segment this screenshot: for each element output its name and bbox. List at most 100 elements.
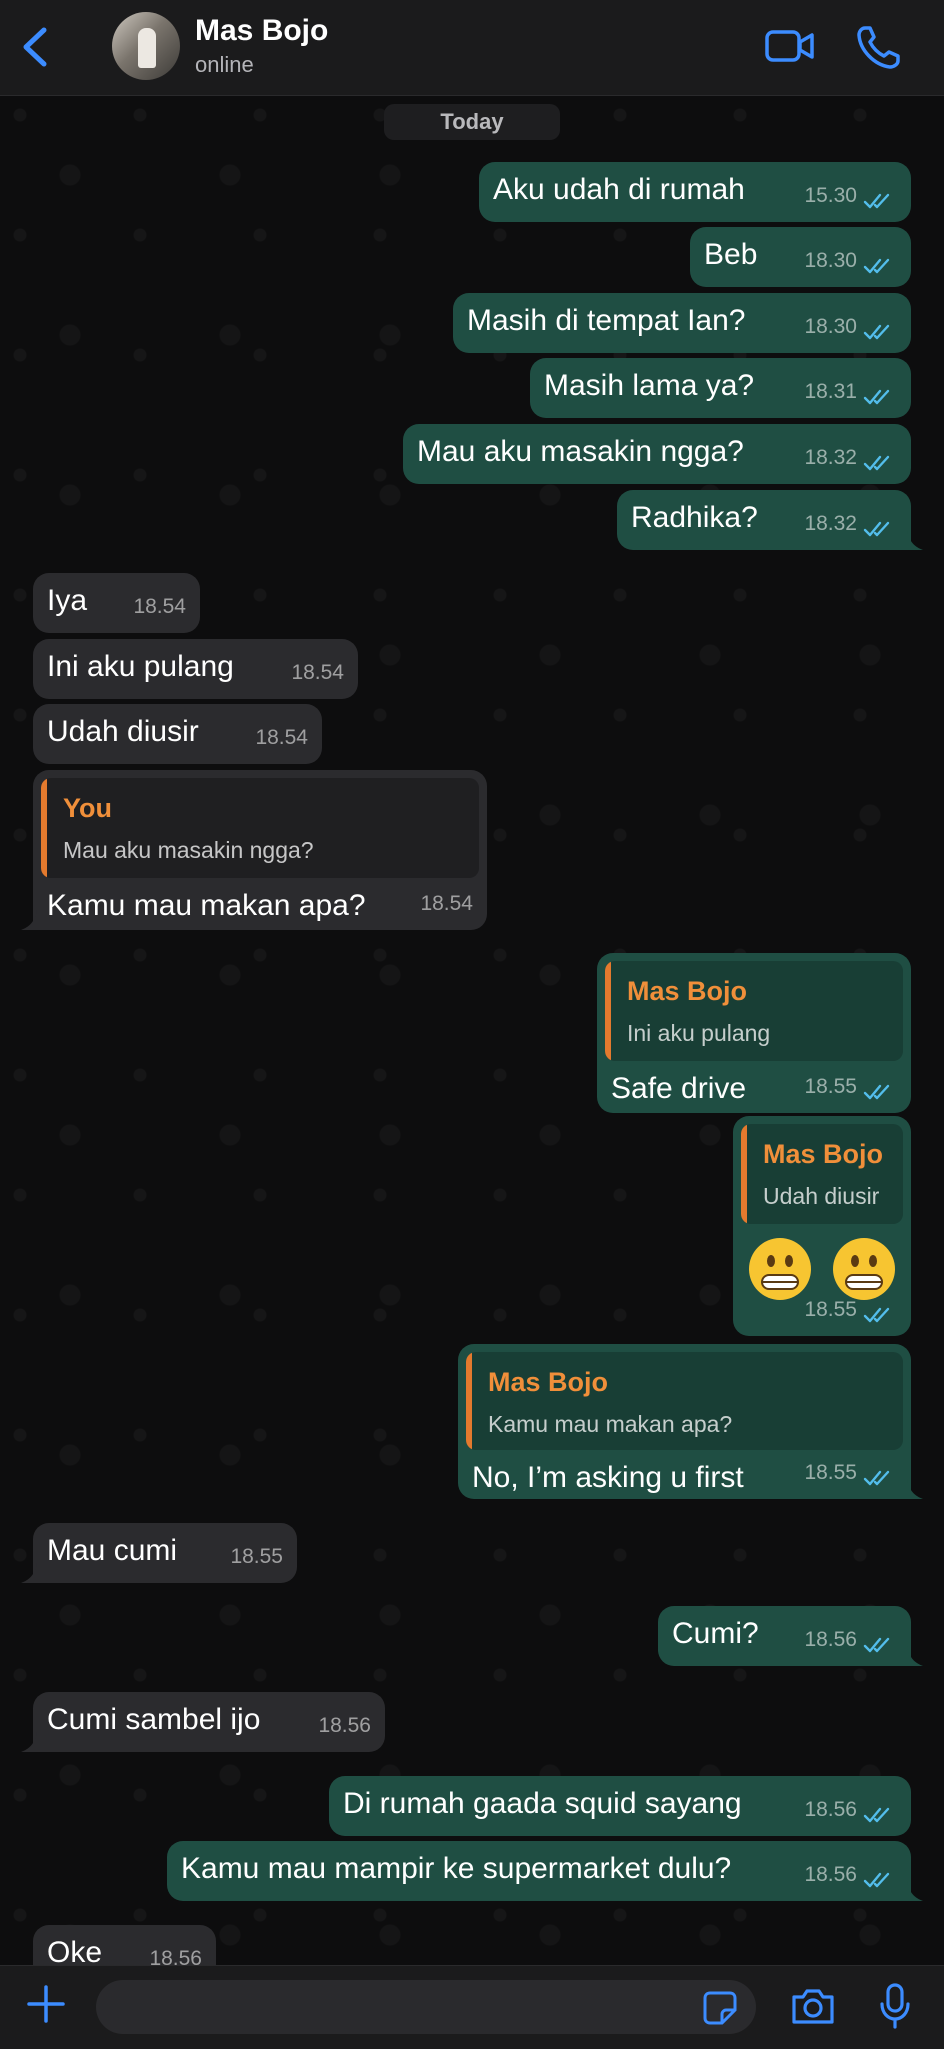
incoming-message[interactable]: Mau cumi 18.55 bbox=[21, 1523, 297, 1583]
double-check-icon bbox=[863, 1470, 890, 1486]
message-text: No, I’m asking u first bbox=[472, 1461, 744, 1494]
outgoing-message[interactable]: Masih di tempat Ian? 18.30 bbox=[453, 293, 911, 353]
double-check-icon bbox=[863, 1872, 890, 1888]
message-time: 18.54 bbox=[133, 595, 186, 618]
outgoing-message[interactable]: Beb 18.30 bbox=[690, 227, 911, 287]
quote-author: You bbox=[63, 793, 112, 823]
message-text: Aku udah di rumah bbox=[493, 173, 745, 206]
message-text: Udah diusir bbox=[47, 715, 199, 748]
bubble-tail bbox=[907, 530, 923, 550]
quote-author: Mas Bojo bbox=[488, 1367, 609, 1397]
quoted-message[interactable]: Mas Bojo Udah diusir bbox=[741, 1124, 903, 1224]
message-text: Kamu mau makan apa? bbox=[47, 889, 366, 922]
double-check-icon bbox=[863, 258, 890, 274]
quote-bar bbox=[466, 1352, 472, 1450]
phone-icon[interactable] bbox=[856, 24, 902, 70]
outgoing-message[interactable]: Masih lama ya? 18.31 bbox=[530, 358, 911, 418]
double-check-icon bbox=[863, 1307, 890, 1323]
message-text: Beb bbox=[704, 238, 758, 271]
video-call-icon[interactable] bbox=[764, 26, 816, 66]
message-time: 18.30 bbox=[804, 249, 857, 272]
quote-author: Mas Bojo bbox=[763, 1139, 884, 1169]
message-text: Masih lama ya? bbox=[544, 369, 755, 402]
microphone-icon[interactable] bbox=[878, 1982, 912, 2030]
outgoing-message[interactable]: Kamu mau mampir ke supermarket dulu? 18.5… bbox=[167, 1841, 923, 1901]
message-text: Masih di tempat Ian? bbox=[467, 304, 746, 337]
contact-status: online bbox=[195, 52, 254, 77]
composer-bar bbox=[0, 1965, 944, 2049]
incoming-message[interactable]: You Mau aku masakin ngga? Kamu mau makan a… bbox=[21, 770, 487, 930]
bubble-tail bbox=[21, 910, 37, 930]
back-chevron-icon[interactable] bbox=[18, 24, 58, 70]
quote-text: Udah diusir bbox=[763, 1183, 880, 1209]
bubble-tail bbox=[21, 1563, 37, 1583]
contact-name[interactable]: Mas Bojo bbox=[195, 14, 328, 48]
incoming-message[interactable]: Iya 18.54 bbox=[33, 573, 200, 633]
message-time: 18.55 bbox=[230, 1545, 283, 1568]
quoted-message[interactable]: You Mau aku masakin ngga? bbox=[41, 778, 479, 878]
quote-text: Kamu mau makan apa? bbox=[488, 1411, 733, 1437]
avatar[interactable] bbox=[112, 12, 180, 80]
outgoing-message[interactable]: Mas BojoUdah diusir😬 😬18.55 bbox=[733, 1116, 911, 1336]
message-time: 18.54 bbox=[420, 892, 473, 915]
incoming-message[interactable]: Ini aku pulang 18.54 bbox=[33, 639, 358, 699]
outgoing-message[interactable]: Cumi? 18.56 bbox=[658, 1606, 923, 1666]
grimacing-emoji bbox=[749, 1238, 811, 1300]
message-text: Iya bbox=[47, 584, 88, 617]
bubble-tail bbox=[907, 1646, 923, 1666]
quoted-message[interactable]: Mas Bojo Ini aku pulang bbox=[605, 961, 903, 1061]
outgoing-message[interactable]: Mas Bojo Ini aku pulang Safe drive 18.55 bbox=[597, 953, 911, 1113]
message-text: Safe drive bbox=[611, 1072, 747, 1105]
message-text: Mau cumi bbox=[47, 1534, 178, 1567]
bubble-tail bbox=[907, 1479, 923, 1499]
grimacing-emoji bbox=[833, 1238, 895, 1300]
double-check-icon bbox=[863, 521, 890, 537]
message-time: 18.55 bbox=[804, 1075, 857, 1098]
message-time: 18.30 bbox=[804, 315, 857, 338]
double-check-icon bbox=[863, 324, 890, 340]
message-time: 18.55 bbox=[804, 1461, 857, 1484]
message-time: 18.54 bbox=[291, 661, 344, 684]
quoted-message[interactable]: Mas Bojo Kamu mau makan apa? bbox=[466, 1352, 903, 1450]
message-text: Mau aku masakin ngga? bbox=[417, 435, 744, 468]
double-check-icon bbox=[863, 193, 890, 209]
quote-bar bbox=[605, 961, 611, 1061]
message-time: 18.32 bbox=[804, 446, 857, 469]
message-time: 18.31 bbox=[804, 380, 857, 403]
quote-text: Mau aku masakin ngga? bbox=[63, 837, 314, 863]
message-time: 15.30 bbox=[804, 184, 857, 207]
bubble-tail bbox=[21, 1732, 37, 1752]
message-text: Radhika? bbox=[631, 501, 758, 534]
message-text: Cumi sambel ijo bbox=[47, 1703, 261, 1736]
outgoing-message[interactable]: Di rumah gaada squid sayang 18.56 bbox=[329, 1776, 911, 1836]
outgoing-message[interactable]: Radhika? 18.32 bbox=[617, 490, 923, 550]
message-time: 18.56 bbox=[804, 1628, 857, 1651]
bubble-tail bbox=[907, 1881, 923, 1901]
incoming-message[interactable]: Cumi sambel ijo 18.56 bbox=[21, 1692, 385, 1752]
outgoing-message[interactable]: Mau aku masakin ngga? 18.32 bbox=[403, 424, 911, 484]
chat-header: Mas Bojo online bbox=[0, 0, 944, 96]
message-text: Di rumah gaada squid sayang bbox=[343, 1787, 742, 1820]
outgoing-message[interactable]: Aku udah di rumah 15.30 bbox=[479, 162, 911, 222]
double-check-icon bbox=[863, 1807, 890, 1823]
message-text: Kamu mau mampir ke supermarket dulu? bbox=[181, 1852, 732, 1885]
quote-author: Mas Bojo bbox=[627, 976, 748, 1006]
sticker-icon[interactable] bbox=[702, 1990, 738, 2026]
message-input[interactable] bbox=[96, 1980, 756, 2034]
quote-bar bbox=[41, 778, 47, 878]
incoming-message[interactable]: Udah diusir 18.54 bbox=[33, 704, 322, 764]
message-time: 18.56 bbox=[804, 1863, 857, 1886]
double-check-icon bbox=[863, 455, 890, 471]
quote-text: Ini aku pulang bbox=[627, 1020, 771, 1046]
camera-icon[interactable] bbox=[790, 1986, 836, 2026]
message-time: 18.54 bbox=[255, 726, 308, 749]
date-divider: Today bbox=[384, 104, 560, 140]
message-time: 18.56 bbox=[318, 1714, 371, 1737]
message-time: 18.32 bbox=[804, 512, 857, 535]
double-check-icon bbox=[863, 1637, 890, 1653]
message-time: 18.55 bbox=[804, 1298, 857, 1321]
message-time: 18.56 bbox=[804, 1798, 857, 1821]
outgoing-message[interactable]: Mas Bojo Kamu mau makan apa? No, I’m askin… bbox=[458, 1344, 923, 1499]
plus-icon[interactable] bbox=[26, 1984, 66, 2024]
message-text: Cumi? bbox=[672, 1617, 759, 1650]
